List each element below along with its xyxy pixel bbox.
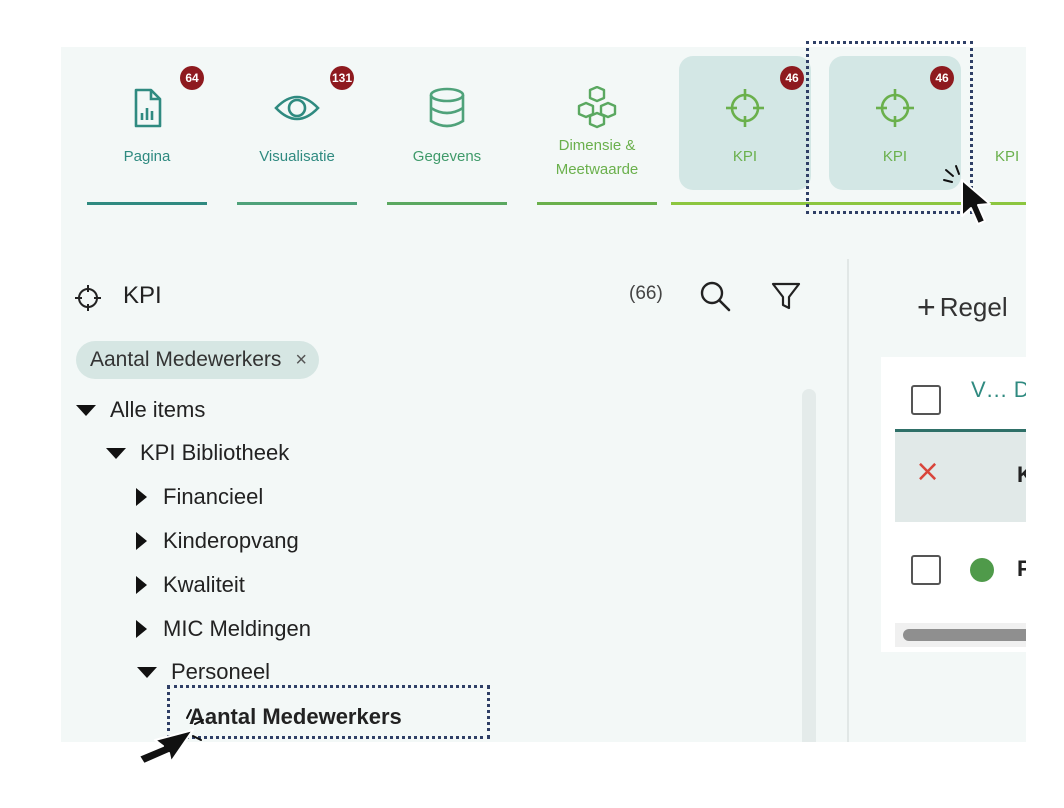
pointer-cursor-icon <box>138 709 204 765</box>
filter-chip-label: Aantal Medewerkers <box>90 348 282 371</box>
panel-divider <box>847 259 849 742</box>
table-horizontal-scrollbar[interactable] <box>903 629 1026 641</box>
close-icon[interactable]: × <box>295 349 307 372</box>
status-dot-icon <box>970 558 994 582</box>
caret-down-icon[interactable] <box>76 404 96 416</box>
tab-pagina[interactable]: 64 Pagina <box>81 56 213 190</box>
row-text: P <box>1017 556 1026 581</box>
tab-dimensie-meetwaarde[interactable]: Dimensie & Meetwaarde <box>531 56 663 190</box>
tree-node-kwaliteit[interactable]: Kwaliteit <box>136 572 245 598</box>
select-all-checkbox[interactable] <box>911 385 941 415</box>
search-icon[interactable] <box>698 279 732 313</box>
highlight-box-tree-item <box>167 685 490 739</box>
tab-label: Dimensie & Meetwaarde <box>531 134 663 182</box>
cubes-icon <box>577 86 617 129</box>
tree-node-mic-meldingen[interactable]: MIC Meldingen <box>136 616 311 642</box>
tab-badge: 64 <box>180 66 204 90</box>
caret-down-icon[interactable] <box>106 447 126 459</box>
table-row-editing[interactable]: × K <box>895 432 1026 522</box>
crosshair-icon <box>75 285 101 311</box>
caret-right-icon[interactable] <box>136 620 147 638</box>
sidebar-scrollbar[interactable] <box>802 389 816 742</box>
row-checkbox[interactable] <box>911 555 941 585</box>
tab-underline <box>537 202 657 205</box>
tab-label-line2: Meetwaarde <box>555 161 639 178</box>
add-rule-button[interactable]: + Regel <box>917 289 1008 326</box>
tab-badge: 131 <box>330 66 354 90</box>
tree-node-alle-items[interactable]: Alle items <box>76 397 205 423</box>
tree-node-label: Kinderopvang <box>163 528 299 553</box>
tab-kpi-1[interactable]: 46 KPI <box>679 56 811 190</box>
tab-visualisatie[interactable]: 131 Visualisatie <box>231 56 363 190</box>
tab-label: KPI <box>732 148 758 165</box>
filter-chip[interactable]: Aantal Medewerkers × <box>76 341 320 379</box>
tab-gegevens[interactable]: Gegevens <box>381 56 513 190</box>
plus-icon: + <box>917 289 936 325</box>
caret-right-icon[interactable] <box>136 576 147 594</box>
caret-right-icon[interactable] <box>136 532 147 550</box>
tab-label: Visualisatie <box>259 148 335 165</box>
tree-node-label: Financieel <box>163 484 264 509</box>
tab-underline <box>87 202 207 205</box>
tree-node-kpi-bibliotheek[interactable]: KPI Bibliotheek <box>106 440 289 466</box>
sidebar-title: KPI <box>123 282 162 309</box>
tree-node-personeel[interactable]: Personeel <box>137 659 270 685</box>
tab-label: KPI <box>995 148 1020 165</box>
close-icon[interactable]: × <box>915 454 940 489</box>
rules-table: V… D × K P <box>881 357 1026 652</box>
table-header: V… D <box>895 357 1026 432</box>
eye-icon <box>274 95 320 121</box>
tree-node-kinderopvang[interactable]: Kinderopvang <box>136 528 299 554</box>
tab-label: Gegevens <box>412 148 482 165</box>
caret-down-icon[interactable] <box>137 666 157 678</box>
caret-right-icon[interactable] <box>136 488 147 506</box>
tree-node-label: Alle items <box>110 397 206 422</box>
add-rule-label: Regel <box>939 292 1008 322</box>
item-count: (66) <box>629 283 663 304</box>
tab-badge: 46 <box>780 66 804 90</box>
click-cursor-icon <box>943 165 991 225</box>
page-chart-icon <box>134 88 162 128</box>
crosshair-icon <box>726 89 764 127</box>
tree-node-label: Personeel <box>171 659 271 684</box>
database-icon <box>429 87 465 128</box>
tree-node-financieel[interactable]: Financieel <box>136 484 263 510</box>
tab-label: Pagina <box>123 148 171 165</box>
tab-underline <box>237 202 357 205</box>
tab-underline <box>387 202 507 205</box>
tab-label-line1: Dimensie & <box>558 137 636 154</box>
tree-node-label: KPI Bibliotheek <box>140 440 290 465</box>
column-header[interactable]: V… D <box>971 377 1026 403</box>
tree-node-label: MIC Meldingen <box>163 616 311 641</box>
filter-icon[interactable] <box>770 279 802 313</box>
row-text: K <box>1017 462 1026 487</box>
tree-node-label: Kwaliteit <box>163 572 245 597</box>
